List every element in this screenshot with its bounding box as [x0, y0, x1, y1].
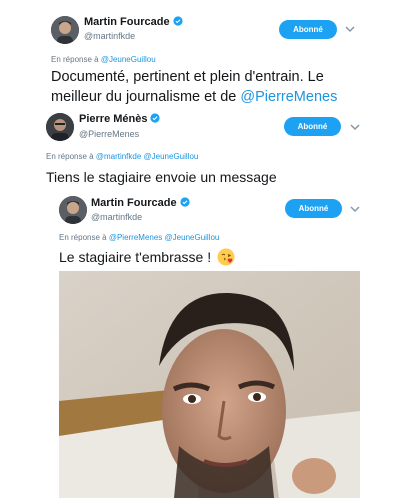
display-name[interactable]: Pierre Ménès [79, 113, 161, 125]
avatar[interactable] [46, 113, 74, 141]
tweet-1: Martin Fourcade @martinfkde Abonné En ré… [0, 0, 400, 108]
reply-mention-link[interactable]: @JeuneGuillou [165, 233, 220, 242]
reply-mention-link[interactable]: @martinfkde [96, 152, 141, 161]
face-blowing-kiss-emoji [217, 248, 235, 266]
avatar[interactable] [51, 16, 79, 44]
follow-button[interactable]: Abonné [284, 117, 341, 136]
mention-link[interactable]: @PierreMenes [240, 89, 337, 105]
reply-mention-link[interactable]: @JeuneGuillou [101, 55, 156, 64]
reply-mention-link[interactable]: @PierreMenes [109, 233, 162, 242]
chevron-down-icon[interactable] [344, 24, 356, 34]
reply-context: En réponse à @PierreMenes @JeuneGuillou [59, 233, 219, 242]
display-name[interactable]: Martin Fourcade [84, 16, 183, 28]
reply-prefix: En réponse à [51, 55, 99, 64]
tweet-text: Documenté, pertinent et plein d'entrain.… [51, 67, 337, 107]
tweet-text: Le stagiaire t'embrasse ! [59, 247, 235, 267]
reply-prefix: En réponse à [59, 233, 107, 242]
tweet-photo[interactable] [59, 271, 360, 498]
follow-button[interactable]: Abonné [279, 20, 337, 39]
reply-context: En réponse à @JeuneGuillou [51, 55, 156, 64]
handle[interactable]: @PierreMenes [79, 129, 139, 139]
verified-badge-icon [172, 16, 183, 26]
tweet-text-line-1: Documenté, pertinent et plein d'entrain.… [51, 69, 324, 85]
reply-prefix: En réponse à [46, 152, 94, 161]
display-name[interactable]: Martin Fourcade [91, 197, 190, 209]
avatar[interactable] [59, 196, 87, 224]
tweet-text-line-2: meilleur du journalisme et de @PierreMen… [51, 89, 338, 105]
verified-badge-icon [150, 113, 161, 123]
verified-badge-icon [179, 197, 190, 207]
chevron-down-icon[interactable] [349, 122, 361, 132]
reply-mention-link[interactable]: @JeuneGuillou [144, 152, 199, 161]
handle[interactable]: @martinfkde [91, 212, 142, 222]
tweet-2: Pierre Ménès @PierreMenes Abonné En répo… [0, 108, 400, 192]
reply-context: En réponse à @martinfkde @JeuneGuillou [46, 152, 198, 161]
tweet-text: Tiens le stagiaire envoie un message [46, 169, 277, 185]
chevron-down-icon[interactable] [349, 204, 361, 214]
follow-button[interactable]: Abonné [285, 199, 342, 218]
handle[interactable]: @martinfkde [84, 31, 135, 41]
